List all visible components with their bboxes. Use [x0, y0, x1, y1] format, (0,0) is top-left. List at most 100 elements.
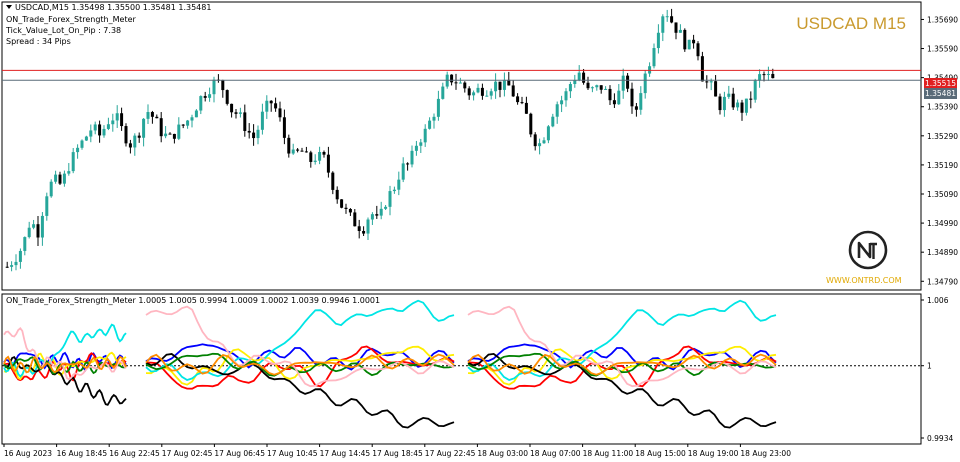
- tick-value-label: Tick_Value_Lot_On_Pip : 7.38: [6, 26, 122, 35]
- candle-body: [111, 120, 115, 125]
- candle-body: [476, 87, 480, 93]
- candle-body: [595, 85, 599, 88]
- indicator-label: ON_Trade_Forex_Strength_Meter: [6, 15, 136, 24]
- candle-body: [762, 74, 766, 76]
- candle-body: [573, 80, 577, 85]
- candle-body: [76, 147, 80, 153]
- price-axis-label: 1.35590: [927, 45, 958, 54]
- chart-menu-arrow-icon[interactable]: [6, 5, 12, 9]
- candle-body: [511, 85, 515, 97]
- indicator-header: ON_Trade_Forex_Strength_Meter 1.0005 1.0…: [6, 296, 381, 305]
- candle-body: [538, 143, 542, 147]
- candle-body: [502, 79, 506, 90]
- candle-body: [155, 116, 159, 119]
- ontrd-url[interactable]: WWW.ONTRD.COM: [826, 276, 902, 285]
- chart-window[interactable]: 1.356901.355901.354901.353901.352901.351…: [0, 0, 960, 462]
- candle-body: [524, 102, 528, 114]
- price-axis-label: 1.35390: [927, 103, 958, 112]
- candle-body: [388, 191, 392, 207]
- candle-body: [93, 124, 97, 131]
- candle-body: [137, 135, 141, 138]
- time-axis-label: 18 Aug 03:00: [477, 449, 528, 458]
- candle-body: [106, 124, 110, 129]
- candle-body: [318, 151, 322, 161]
- candle-body: [10, 265, 14, 267]
- bid-price-tag: 1.35481: [924, 88, 957, 99]
- time-axis-label: 17 Aug 14:45: [320, 449, 371, 458]
- candle-body: [296, 149, 300, 151]
- candle-body: [718, 96, 722, 111]
- candle-body: [208, 94, 212, 98]
- candle-body: [630, 88, 634, 107]
- candle-body: [203, 96, 207, 98]
- candle-body: [313, 160, 317, 162]
- time-axis-label: 17 Aug 18:45: [372, 449, 423, 458]
- candle-body: [32, 224, 36, 228]
- price-axis-label: 1.35690: [927, 15, 958, 24]
- candle-body: [599, 85, 603, 90]
- candle-body: [441, 86, 445, 99]
- candle-body: [678, 29, 682, 33]
- time-axis-label: 16 Aug 2023: [4, 449, 52, 458]
- candle-body: [300, 150, 304, 152]
- time-axis-label: 18 Aug 23:00: [740, 449, 791, 458]
- indicator-axis-label: 1.006: [927, 296, 949, 305]
- candle-body: [463, 82, 467, 89]
- candle-body: [700, 56, 704, 82]
- candle-body: [687, 39, 691, 50]
- time-axis-label: 17 Aug 06:45: [214, 449, 265, 458]
- candle-body: [348, 208, 352, 213]
- candle-body: [414, 145, 418, 151]
- candle-body: [454, 82, 458, 84]
- candle-body: [344, 207, 348, 209]
- candle-body: [410, 150, 414, 165]
- candle-body: [397, 179, 401, 190]
- candle-body: [331, 172, 335, 190]
- candle-body: [269, 100, 273, 104]
- candle-body: [692, 39, 696, 44]
- candle-body: [71, 152, 75, 172]
- candle-body: [665, 16, 669, 18]
- candle-body: [384, 206, 388, 209]
- candle-body: [560, 100, 564, 105]
- candle-body: [401, 163, 405, 180]
- candle-body: [212, 79, 216, 95]
- candle-body: [199, 96, 203, 111]
- time-axis-label: 18 Aug 15:00: [635, 449, 686, 458]
- candle-body: [727, 93, 731, 97]
- candle-body: [150, 112, 154, 117]
- time-axis-label: 17 Aug 02:45: [162, 449, 213, 458]
- candle-body: [480, 87, 484, 96]
- candle-body: [234, 112, 238, 114]
- candle-body: [27, 227, 31, 238]
- candle-body: [485, 95, 489, 97]
- candle-body: [423, 128, 427, 143]
- candle-body: [362, 230, 366, 234]
- candle-body: [98, 124, 102, 136]
- candle-body: [714, 81, 718, 97]
- time-axis-label: 18 Aug 19:00: [688, 449, 739, 458]
- spread-label: Spread : 34 Pips: [6, 37, 71, 46]
- time-axis-label: 18 Aug 07:00: [530, 449, 581, 458]
- candle-body: [335, 189, 339, 200]
- candle-body: [133, 135, 137, 148]
- candle-body: [542, 140, 546, 144]
- candle-body: [278, 108, 282, 118]
- candle-body: [639, 93, 643, 110]
- candle-body: [357, 226, 361, 231]
- candle-body: [115, 113, 119, 121]
- candle-body: [709, 81, 713, 83]
- candle-body: [643, 73, 647, 94]
- price-axis-label: 1.34990: [927, 219, 958, 228]
- candle-body: [392, 189, 396, 192]
- candle-body: [731, 93, 735, 108]
- indicator-axis-label: 0.9934: [927, 434, 953, 443]
- candle-body: [450, 74, 454, 83]
- candle-body: [370, 214, 374, 220]
- candle-body: [326, 154, 330, 173]
- candle-body: [252, 132, 256, 139]
- chart-canvas[interactable]: 1.356901.355901.354901.353901.352901.351…: [0, 0, 960, 462]
- candle-body: [626, 75, 630, 89]
- candle-body: [274, 103, 278, 109]
- candle-body: [177, 124, 181, 139]
